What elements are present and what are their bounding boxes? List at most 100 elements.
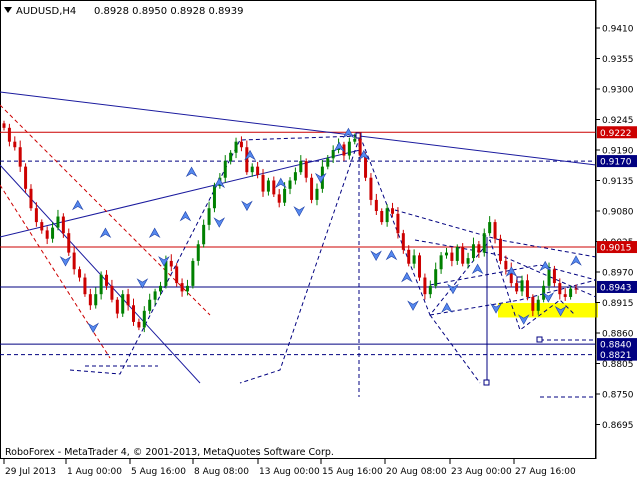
candle-body (202, 224, 206, 245)
candle-body (169, 260, 173, 267)
candle-body (72, 252, 76, 270)
candle-body (212, 186, 216, 209)
x-tick-label: 1 Aug 00:00 (67, 467, 122, 477)
candle-body (83, 277, 87, 295)
candle-body (326, 158, 330, 167)
x-tick-label: 23 Aug 00:00 (451, 467, 512, 477)
candle-body (121, 294, 125, 314)
candle-body (45, 230, 49, 239)
candle-body (7, 127, 11, 142)
candle-body (266, 180, 270, 192)
y-tick-label: 0.8695 (602, 421, 634, 431)
wave-marker (483, 379, 490, 386)
candle-body (272, 180, 276, 195)
metatrader-chart-window[interactable]: 0.9410 0.9355 0.9300 0.9245 0.9190 0.9135 0.90… (0, 0, 640, 480)
candle-body (407, 249, 411, 264)
price-level-label: 0.8821 (600, 351, 632, 361)
candle-body (391, 208, 395, 214)
candle-body (374, 199, 378, 211)
candle-body (261, 174, 265, 192)
candle-body (283, 188, 287, 203)
candle-body (563, 294, 567, 297)
candle-body (115, 299, 119, 314)
candle-body (94, 294, 98, 306)
candle-body (67, 233, 71, 253)
y-tick-label: 0.8915 (602, 299, 634, 309)
candle-body (148, 299, 152, 311)
candle-body (2, 123, 6, 128)
candle-body (18, 147, 22, 167)
x-tick-label: 29 Jul 2013 (5, 467, 56, 477)
y-tick-label: 0.8805 (602, 360, 634, 370)
ohlc-values: 0.8928 0.8950 0.8928 0.8939 (94, 6, 244, 17)
candle-body (315, 188, 319, 200)
candle-body (142, 310, 146, 328)
candle-body (531, 296, 535, 311)
x-tick-label: 8 Aug 08:00 (194, 467, 249, 477)
candle-body (450, 252, 454, 261)
chart-header: AUDUSD,H4 0.8928 0.8950 0.8928 0.8939 (4, 6, 244, 17)
candle-body (126, 294, 130, 306)
candle-body (418, 255, 422, 278)
y-tick-label: 0.9300 (602, 86, 634, 96)
candle-body (175, 266, 179, 284)
candle-body (504, 260, 508, 270)
candle-body (380, 211, 384, 223)
y-tick-label: 0.9410 (602, 25, 634, 35)
candle-body (428, 285, 432, 295)
price-level-label: 0.9015 (600, 244, 632, 254)
candle-body (180, 283, 184, 292)
candle-body (105, 274, 109, 286)
candle-body (385, 208, 389, 223)
candle-body (61, 216, 65, 234)
candle-body (110, 285, 114, 300)
candle-body (185, 285, 189, 292)
x-tick-label: 15 Aug 16:00 (322, 467, 383, 477)
y-tick-label: 0.9135 (602, 177, 634, 187)
candle-body (153, 291, 157, 300)
candle-body (51, 227, 55, 239)
candle-body (99, 274, 103, 295)
candle-body (158, 285, 162, 292)
price-level-label: 0.9170 (600, 158, 632, 168)
candle-body (536, 299, 540, 311)
candle-body (412, 255, 416, 264)
target-zone (498, 303, 598, 318)
candle-body (520, 280, 524, 292)
candle-body (310, 177, 314, 200)
candle-body (552, 269, 556, 284)
symbol-title: AUDUSD,H4 (16, 6, 76, 17)
y-tick-label: 0.9080 (602, 208, 634, 218)
candle-body (88, 294, 92, 306)
candle-body (196, 244, 200, 261)
candle-body (461, 247, 465, 264)
candle-body (558, 283, 562, 295)
candle-body (207, 208, 211, 225)
y-tick-label: 0.9190 (602, 147, 634, 157)
x-tick-label: 5 Aug 16:00 (131, 467, 186, 477)
candle-body (444, 252, 448, 256)
candle-body (29, 188, 33, 209)
candle-body (547, 269, 551, 286)
y-tick-label: 0.9355 (602, 55, 634, 65)
candle-body (239, 141, 243, 148)
candle-body (34, 208, 38, 223)
y-tick-label: 0.8750 (602, 391, 634, 401)
candle-body (498, 238, 502, 261)
candle-body (40, 222, 44, 231)
candle-body (569, 288, 573, 297)
copyright-text: RoboForex - MetaTrader 4, © 2001-2013, M… (5, 447, 334, 458)
candle-body (304, 161, 308, 178)
candle-body (471, 244, 475, 259)
candle-body (245, 147, 249, 173)
candle-body (78, 269, 82, 278)
candle-body (455, 247, 459, 261)
candle-body (299, 161, 303, 173)
candle-body (515, 283, 519, 292)
price-level-label: 0.9222 (600, 129, 632, 139)
x-tick-label: 20 Aug 08:00 (386, 467, 447, 477)
candle-body (24, 166, 28, 189)
candle-body (288, 180, 292, 189)
y-tick-label: 0.9245 (602, 116, 634, 126)
candle-body (256, 166, 260, 175)
